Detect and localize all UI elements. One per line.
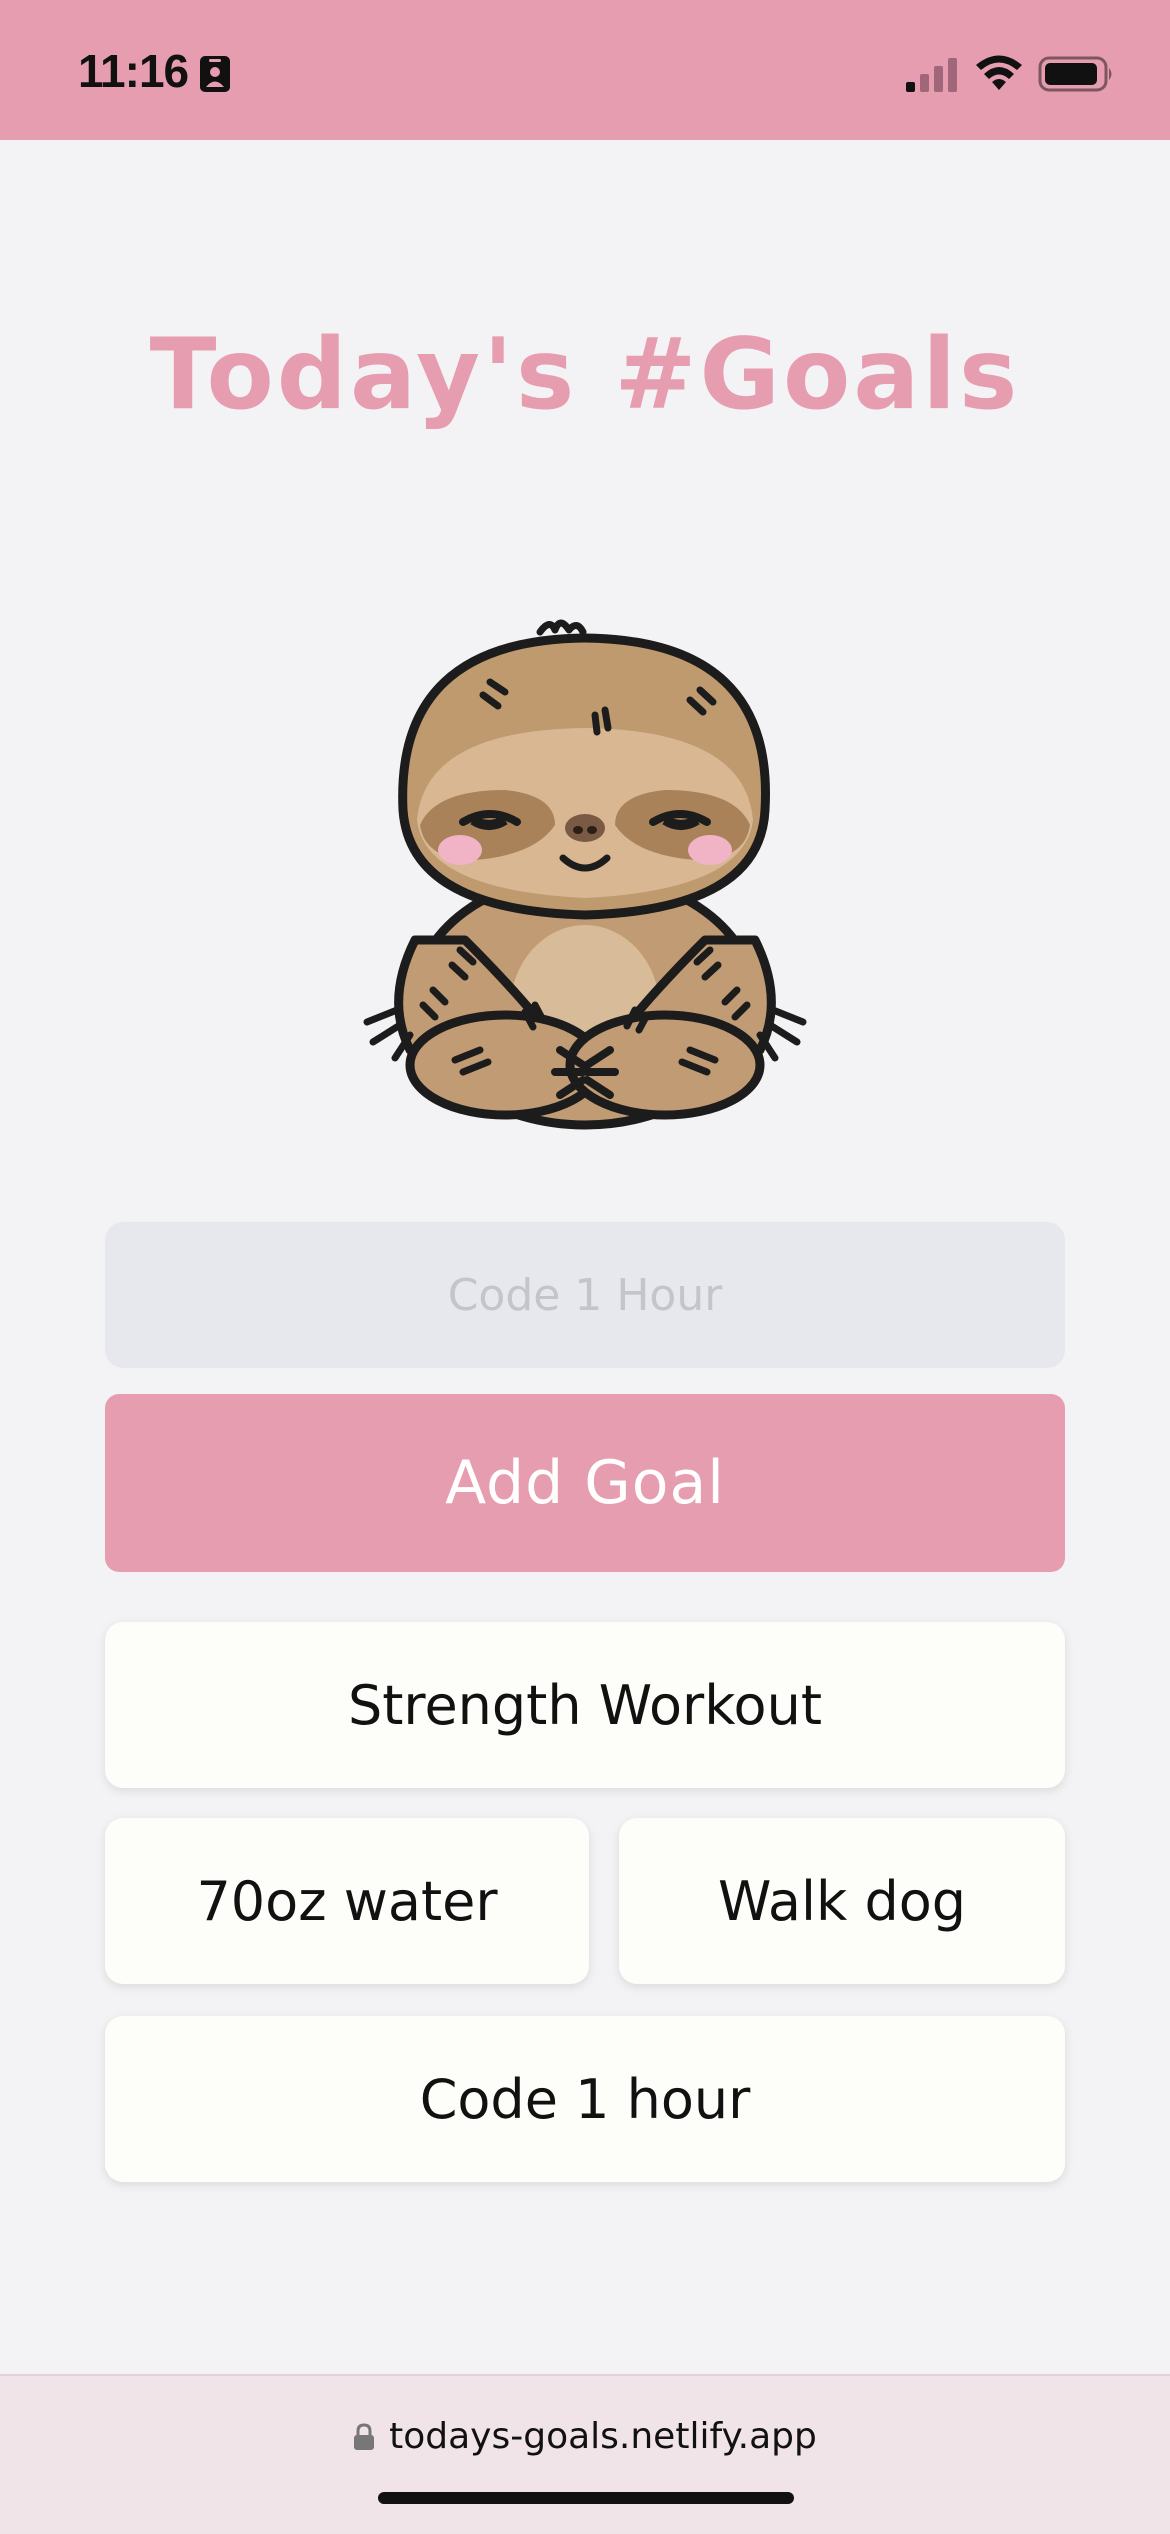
page-title: Today's #Goals [149,318,1021,432]
url-display[interactable]: todays-goals.netlify.app [0,2416,1170,2457]
goal-item[interactable]: 70oz water [105,1818,589,1984]
battery-icon [1038,56,1112,92]
cellular-signal-icon [906,58,957,92]
goal-item[interactable]: Strength Workout [105,1622,1065,1788]
status-time: 11:16 [78,45,189,97]
goal-input[interactable] [105,1222,1065,1368]
lock-icon [354,2423,375,2450]
browser-address-bar: todays-goals.netlify.app [0,2374,1170,2534]
wifi-icon [976,55,1022,90]
home-indicator [378,2492,794,2504]
id-card-icon [200,56,230,92]
sloth-mascot-illustration [363,619,807,1130]
goal-item[interactable]: Code 1 hour [105,2016,1065,2182]
add-goal-button[interactable]: Add Goal [105,1394,1065,1572]
url-text: todays-goals.netlify.app [389,2416,817,2457]
goal-item[interactable]: Walk dog [619,1818,1065,1984]
status-bar: 11:16 [0,0,1170,140]
